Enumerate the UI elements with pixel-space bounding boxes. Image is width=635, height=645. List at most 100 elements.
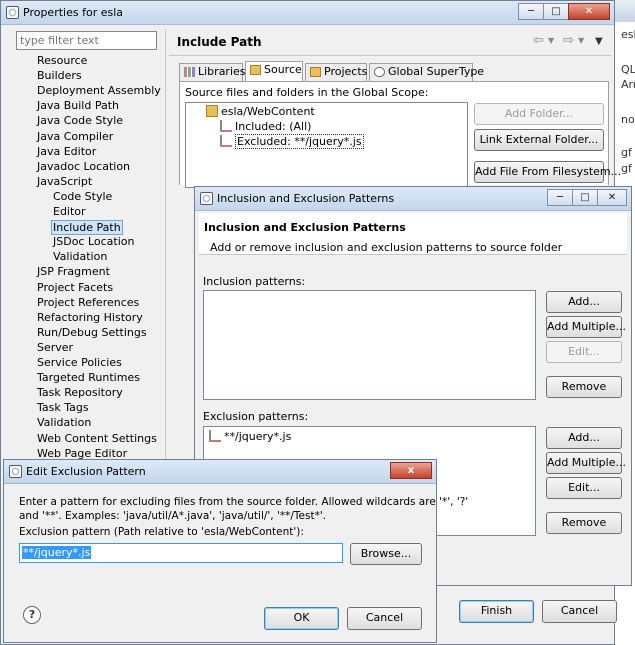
nav-item-service-policies[interactable]: Service Policies (37, 356, 122, 369)
source-tree[interactable]: esla/WebContent Included: (All) Excluded… (185, 102, 468, 188)
nav-item-builders[interactable]: Builders (37, 69, 82, 82)
minimize-button[interactable]: ─ (518, 3, 544, 20)
inclusion-remove-button[interactable]: Remove (546, 376, 622, 398)
edit-excl-close-button[interactable]: x (390, 462, 432, 479)
exclusion-edit-button[interactable]: Edit... (546, 477, 622, 499)
nav-item-project-references[interactable]: Project References (37, 296, 139, 309)
view-menu-icon[interactable]: ▼ (595, 36, 603, 47)
browse-button[interactable]: Browse... (350, 543, 422, 565)
nav-item-validation[interactable]: Validation (53, 250, 107, 263)
incl-excl-minimize-button[interactable]: ─ (547, 189, 573, 206)
edit-excl-field-label: Exclusion pattern (Path relative to 'esl… (19, 526, 304, 538)
edit-excl-cancel-button[interactable]: Cancel (347, 607, 422, 630)
js-source-folder-icon (206, 105, 218, 117)
incl-excl-titlebar: Inclusion and Exclusion Patterns ─ □ ✕ (195, 187, 631, 211)
tab-global-supertype[interactable]: Global SuperType (369, 63, 484, 81)
nav-item-javascript[interactable]: JavaScript (37, 175, 92, 188)
projects-icon (310, 67, 321, 77)
nav-item-server[interactable]: Server (37, 341, 73, 354)
source-label: Source files and folders in the Global S… (185, 86, 429, 99)
tab-projects[interactable]: Projects (305, 63, 367, 81)
filter-icon (209, 430, 221, 442)
incl-excl-heading: Inclusion and Exclusion Patterns (204, 221, 406, 234)
title-separator (169, 55, 611, 56)
nav-item-java-code-style[interactable]: Java Code Style (37, 114, 123, 127)
close-button[interactable]: ✕ (568, 3, 610, 20)
background-fragment: not (621, 113, 635, 126)
background-fragment: Arr (621, 78, 635, 91)
nav-item-refactoring-history[interactable]: Refactoring History (37, 311, 143, 324)
exclusion-add-button[interactable]: Add... (546, 427, 622, 449)
tab-source[interactable]: Source (245, 61, 303, 82)
nav-item-include-path[interactable]: Include Path (51, 220, 123, 236)
nav-item-resource[interactable]: Resource (37, 54, 87, 67)
edit-excl-title: Edit Exclusion Pattern (26, 465, 146, 478)
filter-input[interactable] (16, 31, 157, 50)
filter-icon (220, 120, 232, 132)
link-external-folder-button[interactable]: Link External Folder... (474, 129, 604, 151)
forward-arrow-icon[interactable]: ⇨ (563, 33, 574, 48)
incl-excl-window-icon (200, 192, 213, 205)
incl-excl-maximize-button[interactable]: □ (572, 189, 598, 206)
inclusion-list[interactable] (203, 290, 536, 400)
background-fragment: QL (621, 63, 635, 76)
incl-excl-close-button[interactable]: ✕ (597, 189, 627, 206)
nav-item-deployment-assembly[interactable]: Deployment Assembly (37, 84, 161, 97)
edit-excl-description-line1: Enter a pattern for excluding files from… (19, 496, 469, 508)
source-folder-icon (250, 65, 261, 75)
libraries-icon (184, 67, 195, 77)
nav-item-code-style[interactable]: Code Style (53, 190, 112, 203)
back-dropdown-icon[interactable]: ▼ (548, 36, 554, 45)
background-fragment: gf (621, 146, 632, 159)
back-arrow-icon[interactable]: ⇦ (533, 33, 544, 48)
properties-title: Properties for esla (23, 6, 124, 19)
exclusion-pattern-input[interactable]: **/jquery*.js (19, 543, 343, 563)
maximize-button[interactable]: □ (543, 3, 569, 20)
ok-button[interactable]: OK (264, 607, 339, 630)
nav-item-jsp-fragment[interactable]: JSP Fragment (37, 265, 110, 278)
forward-dropdown-icon[interactable]: ▼ (578, 36, 584, 45)
nav-divider (165, 29, 166, 459)
tree-included[interactable]: Included: (All) (220, 120, 311, 133)
nav-item-task-repository[interactable]: Task Repository (37, 386, 123, 399)
tree-excluded[interactable]: Excluded: **/jquery*.js (220, 134, 364, 149)
supertype-icon (374, 67, 385, 77)
nav-item-java-compiler[interactable]: Java Compiler (37, 130, 113, 143)
nav-item-targeted-runtimes[interactable]: Targeted Runtimes (37, 371, 140, 384)
edit-excl-titlebar: Edit Exclusion Pattern x (4, 460, 436, 484)
help-icon[interactable]: ? (23, 606, 41, 624)
nav-item-validation[interactable]: Validation (37, 416, 91, 429)
nav-item-run-debug-settings[interactable]: Run/Debug Settings (37, 326, 147, 339)
exclusion-pattern-selected-text: **/jquery*.js (22, 546, 92, 559)
cancel-button[interactable]: Cancel (542, 600, 617, 623)
tab-libraries[interactable]: Libraries (179, 63, 246, 81)
tree-root[interactable]: esla/WebContent (206, 105, 315, 118)
nav-item-project-facets[interactable]: Project Facets (37, 281, 113, 294)
nav-item-editor[interactable]: Editor (53, 205, 86, 218)
incl-excl-title: Inclusion and Exclusion Patterns (217, 192, 395, 205)
properties-titlebar: Properties for esla ─ □ ✕ (1, 1, 614, 25)
background-fragment: esl (621, 28, 635, 41)
inclusion-add-button[interactable]: Add... (546, 291, 622, 313)
add-folder-button[interactable]: Add Folder... (474, 103, 604, 125)
inclusion-edit-button[interactable]: Edit... (546, 341, 622, 363)
exclusion-label: Exclusion patterns: (203, 410, 309, 423)
incl-excl-description: Add or remove inclusion and exclusion pa… (210, 241, 563, 254)
exclusion-remove-button[interactable]: Remove (546, 512, 622, 534)
edit-excl-window-icon (9, 465, 22, 478)
finish-button[interactable]: Finish (459, 600, 534, 623)
nav-item-web-content-settings[interactable]: Web Content Settings (37, 432, 157, 445)
inclusion-add-multiple-button[interactable]: Add Multiple... (546, 316, 626, 338)
nav-item-web-page-editor[interactable]: Web Page Editor (37, 447, 127, 460)
nav-item-java-editor[interactable]: Java Editor (37, 145, 96, 158)
add-file-from-filesystem-button[interactable]: Add File From Filesystem... (474, 161, 621, 183)
nav-item-java-build-path[interactable]: Java Build Path (37, 99, 119, 112)
nav-item-jsdoc-location[interactable]: JSDoc Location (53, 235, 135, 248)
nav-item-javadoc-location[interactable]: Javadoc Location (37, 160, 130, 173)
exclusion-add-multiple-button[interactable]: Add Multiple... (546, 452, 626, 474)
page-title: Include Path (177, 35, 262, 49)
inclusion-label: Inclusion patterns: (203, 275, 306, 288)
exclusion-item[interactable]: **/jquery*.js (209, 430, 291, 443)
filter-icon (220, 135, 232, 147)
nav-item-task-tags[interactable]: Task Tags (37, 401, 89, 414)
